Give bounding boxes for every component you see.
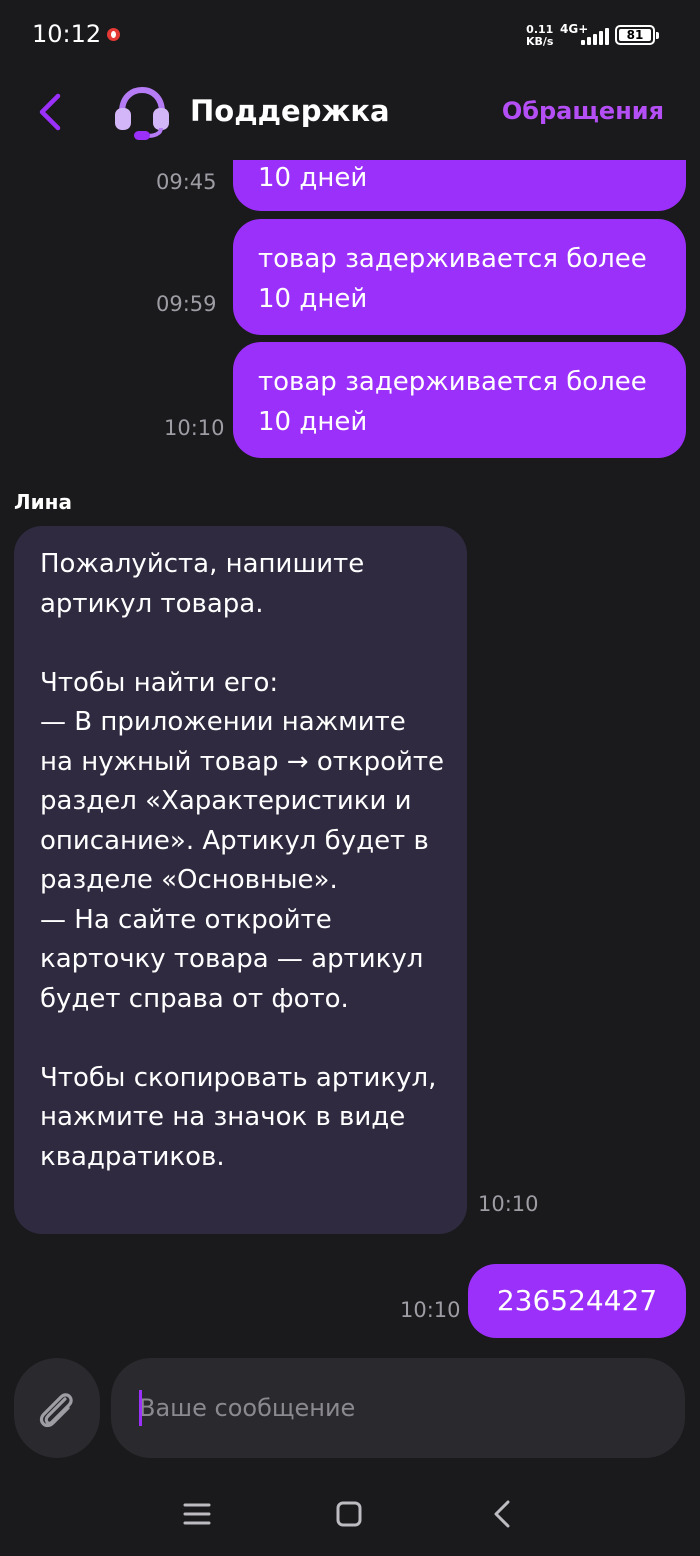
paperclip-icon <box>39 1393 73 1428</box>
outgoing-message: товар задерживается более 10 дней <box>233 219 686 335</box>
support-avatar <box>112 84 172 140</box>
network-speed-unit: KB/s <box>526 35 554 48</box>
tickets-link[interactable]: Обращения <box>502 97 664 125</box>
headset-icon <box>115 86 169 140</box>
message-text: 10 дней <box>258 163 368 193</box>
triangle-back-icon <box>494 1500 510 1528</box>
nav-home-button[interactable] <box>327 1492 371 1536</box>
message-time: 10:10 <box>164 416 225 440</box>
message-text: товар задерживается более 10 дней <box>258 367 647 437</box>
nav-back-button[interactable] <box>480 1492 524 1536</box>
composer <box>0 1350 700 1465</box>
message-time: 09:45 <box>156 170 217 194</box>
signal-icon <box>573 28 609 45</box>
chat-messages[interactable]: 10 дней 09:45 товар задерживается более … <box>0 160 700 1350</box>
message-text: товар задерживается более 10 дней <box>258 244 647 314</box>
chat-header: Поддержка Обращения <box>0 70 700 160</box>
back-button[interactable] <box>30 88 70 136</box>
incoming-message: Пожалуйста, напишите артикул товара. Что… <box>14 526 467 1234</box>
battery-level: 81 <box>619 29 651 41</box>
nav-menu-button[interactable] <box>175 1492 219 1536</box>
system-nav-bar <box>0 1470 700 1556</box>
menu-icon <box>183 1503 211 1525</box>
battery-icon: 81 <box>615 25 659 45</box>
message-paragraph: Пожалуйста, напишите артикул товара. <box>40 549 365 619</box>
message-input[interactable] <box>111 1358 685 1458</box>
message-time: 09:59 <box>156 292 217 316</box>
outgoing-message: 10 дней <box>233 160 686 211</box>
chevron-left-icon <box>39 93 61 131</box>
message-time: 10:10 <box>400 1298 461 1322</box>
status-time: 10:12 <box>32 20 102 48</box>
message-time: 10:10 <box>478 1192 539 1216</box>
outgoing-message: 236524427 <box>468 1264 686 1338</box>
square-icon <box>336 1501 362 1527</box>
notification-app-icon <box>107 28 120 41</box>
attach-button[interactable] <box>14 1358 100 1458</box>
sender-name: Лина <box>14 490 72 514</box>
header-title: Поддержка <box>190 94 390 128</box>
message-text: 236524427 <box>496 1284 658 1317</box>
message-paragraph: Чтобы скопировать артикул, нажмите на зн… <box>40 1062 437 1172</box>
network-speed: 0.11 KB/s <box>526 24 553 48</box>
status-bar: 10:12 0.11 KB/s 4G+ 81 <box>0 0 700 70</box>
text-cursor <box>139 1390 142 1426</box>
message-paragraph: Чтобы найти его: — В приложении нажмите … <box>40 667 445 1014</box>
outgoing-message: товар задерживается более 10 дней <box>233 342 686 458</box>
